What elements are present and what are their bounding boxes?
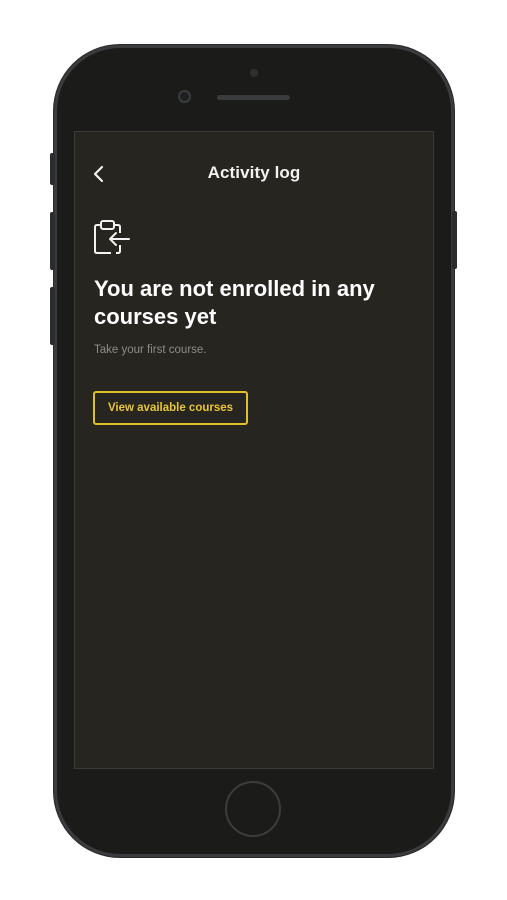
volume-down-button	[50, 287, 55, 345]
empty-state-subtext: Take your first course.	[94, 344, 207, 356]
front-camera	[178, 90, 191, 103]
home-button[interactable]	[225, 781, 281, 837]
proximity-sensor	[250, 69, 258, 77]
nav-header: Activity log	[74, 159, 434, 189]
empty-state-headline: You are not enrolled in any courses yet	[94, 276, 375, 329]
power-button	[452, 211, 457, 269]
clipboard-arrow-left-icon	[94, 220, 130, 254]
empty-state-icon-wrap	[92, 217, 132, 257]
app-screen: Activity log You are not enrolled in any…	[74, 131, 434, 769]
mute-switch	[50, 153, 55, 185]
page-title: Activity log	[207, 163, 301, 182]
stage: Activity log You are not enrolled in any…	[0, 0, 507, 900]
view-available-courses-button[interactable]: View available courses	[93, 391, 248, 425]
earpiece-speaker	[217, 95, 290, 100]
volume-up-button	[50, 212, 55, 270]
